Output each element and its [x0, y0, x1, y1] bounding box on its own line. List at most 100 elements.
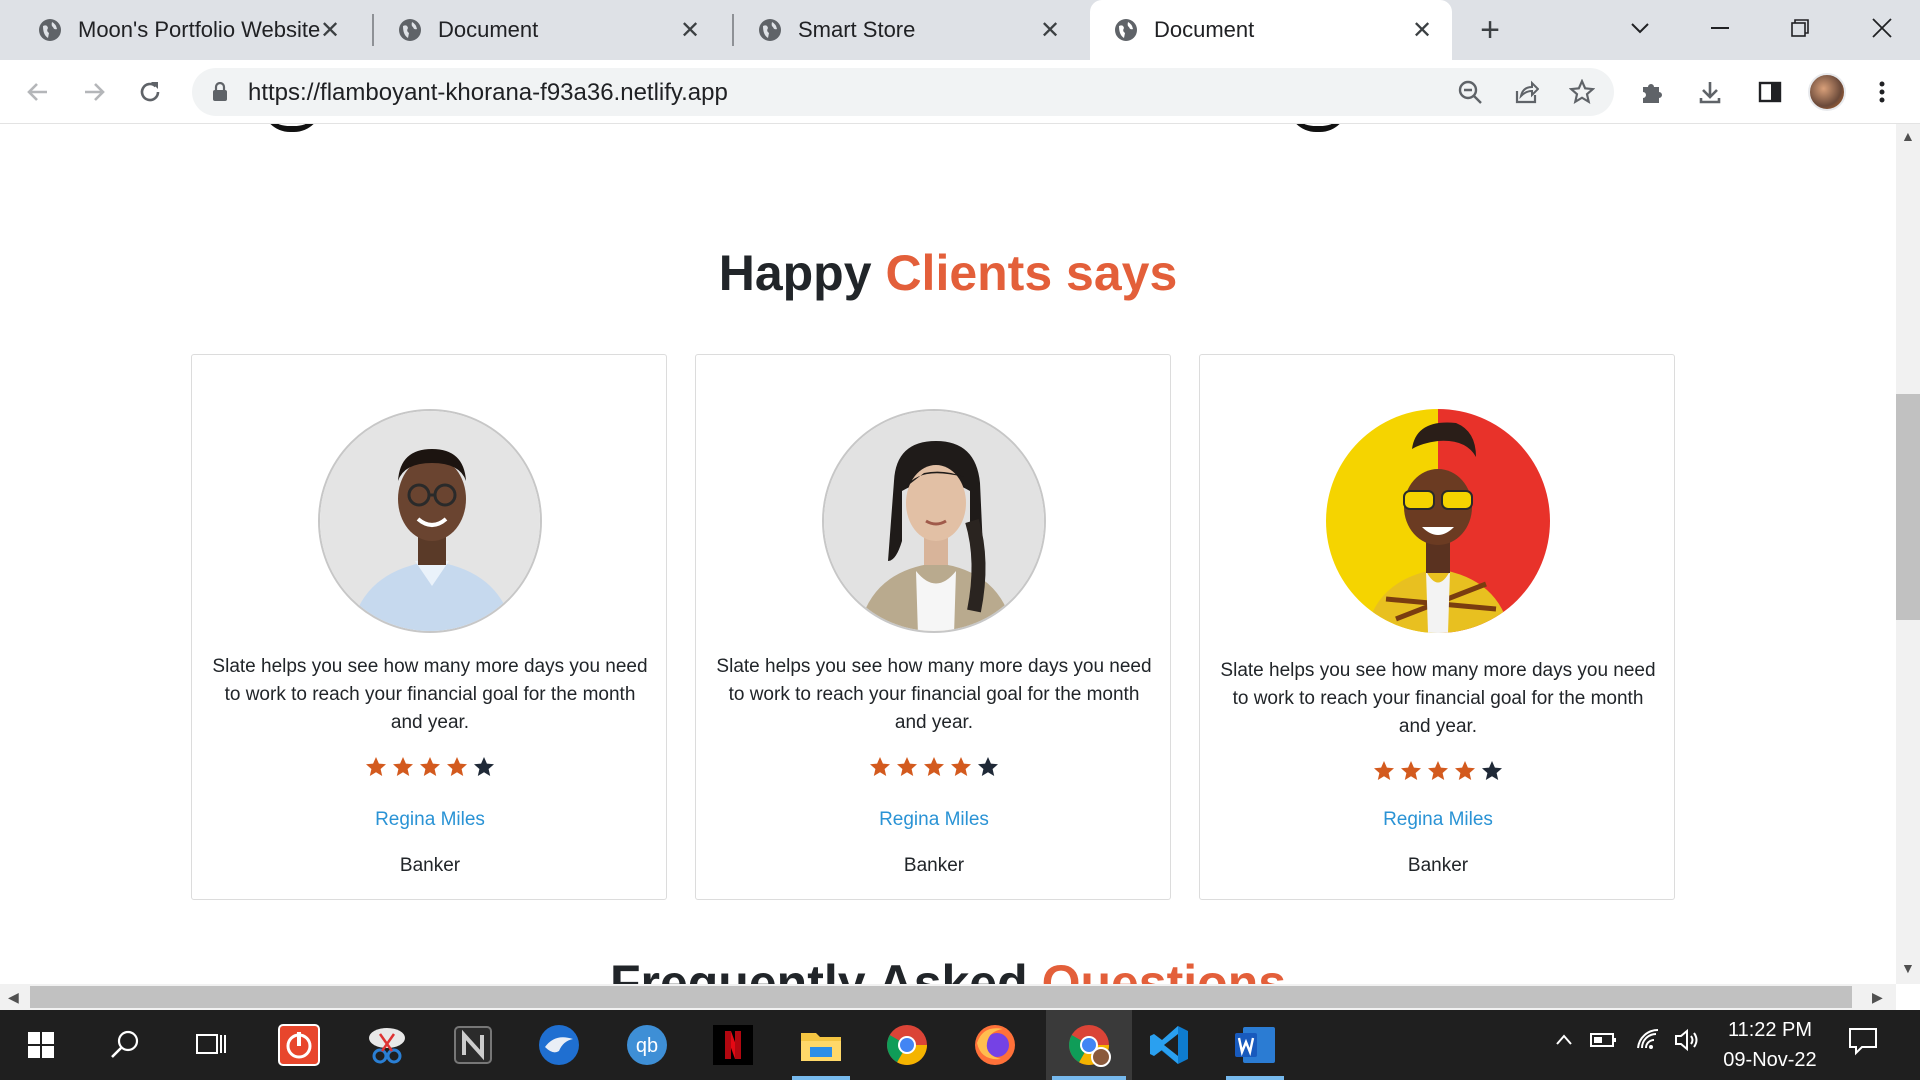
- scroll-up-icon[interactable]: ▲: [1901, 128, 1915, 144]
- word-icon[interactable]: [1220, 1010, 1290, 1080]
- tab-smart-store[interactable]: Smart Store ✕: [720, 0, 1080, 60]
- firefox-icon[interactable]: [960, 1010, 1030, 1080]
- running-indicator: [1226, 1076, 1284, 1080]
- chrome-profile-icon[interactable]: [1046, 1010, 1132, 1080]
- globe-icon: [759, 19, 781, 41]
- horizontal-scroll-thumb[interactable]: [30, 986, 1852, 1008]
- lock-icon: [213, 82, 227, 101]
- running-indicator: [1052, 1076, 1126, 1080]
- section-title: Happy Clients says: [0, 244, 1896, 302]
- zoom-out-icon: [1458, 80, 1482, 104]
- close-icon[interactable]: ✕: [1038, 17, 1062, 44]
- file-explorer-icon[interactable]: [786, 1010, 856, 1080]
- notion-icon[interactable]: [438, 1010, 508, 1080]
- client-photo-woman-yellow: [1326, 409, 1550, 633]
- star-empty-icon: [978, 757, 998, 776]
- back-button[interactable]: [18, 72, 58, 112]
- reload-icon: [140, 82, 160, 102]
- wifi-icon[interactable]: [1636, 1028, 1662, 1057]
- volume-icon[interactable]: [1674, 1028, 1702, 1057]
- tab-document-1[interactable]: Document ✕: [360, 0, 720, 60]
- windows-start-icon[interactable]: [6, 1010, 76, 1080]
- task-view-icon[interactable]: [176, 1010, 246, 1080]
- testimonial-quote: Slate helps you see how many more days y…: [716, 656, 1152, 733]
- netflix-icon[interactable]: [698, 1010, 768, 1080]
- vscode-icon[interactable]: [1134, 1010, 1204, 1080]
- minimize-icon: [1711, 27, 1729, 29]
- faq-title-main: Frequently Asked: [609, 955, 1028, 984]
- zoom-button[interactable]: [1454, 76, 1486, 108]
- client-name-link[interactable]: Regina Miles: [696, 809, 1172, 831]
- client-name-link[interactable]: Regina Miles: [192, 809, 668, 831]
- globe-icon: [39, 19, 61, 41]
- notification-icon[interactable]: [1848, 1026, 1878, 1061]
- running-indicator: [792, 1076, 850, 1080]
- decorative-shape: [262, 124, 322, 132]
- tab-portfolio[interactable]: Moon's Portfolio Website ✕: [0, 0, 360, 60]
- download-icon: [1699, 82, 1721, 104]
- menu-button[interactable]: [1866, 76, 1898, 108]
- restore-icon: [1791, 19, 1809, 37]
- close-window-button[interactable]: [1847, 0, 1917, 56]
- tab-search-button[interactable]: [1605, 0, 1675, 56]
- star-icon: [1455, 761, 1475, 780]
- client-role: Banker: [1407, 855, 1469, 876]
- restore-button[interactable]: [1765, 0, 1835, 56]
- chevron-up-icon[interactable]: [1554, 1028, 1574, 1057]
- globe-icon: [1115, 19, 1137, 41]
- scroll-down-icon[interactable]: ▼: [1901, 960, 1915, 976]
- star-outline-icon: [1569, 79, 1595, 104]
- client-photo: [822, 409, 1046, 633]
- star-icon: [1401, 761, 1421, 780]
- star-empty-icon: [474, 757, 494, 776]
- star-icon: [420, 757, 440, 776]
- globe-icon: [399, 19, 421, 41]
- arrow-right-icon: [85, 83, 105, 101]
- profile-avatar[interactable]: [1808, 73, 1846, 111]
- qbittorrent-icon[interactable]: qb: [612, 1010, 682, 1080]
- chrome-icon[interactable]: [872, 1010, 942, 1080]
- system-clock[interactable]: 11:22 PM 09-Nov-22: [1706, 1015, 1834, 1075]
- testimonial-card: Slate helps you see how many more days y…: [1199, 354, 1675, 900]
- scroll-left-icon[interactable]: ◀: [8, 989, 19, 1006]
- faq-title: Frequently Asked Questions: [0, 954, 1896, 984]
- star-icon: [366, 757, 386, 776]
- power-app-icon[interactable]: [264, 1010, 334, 1080]
- scroll-right-icon[interactable]: ▶: [1872, 989, 1883, 1006]
- tab-document-active[interactable]: Document ✕: [1090, 0, 1452, 60]
- downloads-button[interactable]: [1694, 76, 1726, 108]
- client-role: Banker: [903, 855, 965, 876]
- client-name-link[interactable]: Regina Miles: [1200, 809, 1676, 831]
- page-content: Happy Clients says Slate helps you see h…: [0, 124, 1896, 984]
- browser-toolbar: https://flamboyant-khorana-f93a36.netlif…: [0, 60, 1920, 124]
- title-accent: Clients says: [885, 245, 1178, 301]
- search-icon[interactable]: [90, 1010, 160, 1080]
- clock-date: 09-Nov-22: [1723, 1049, 1817, 1071]
- extensions-button[interactable]: [1636, 76, 1668, 108]
- close-icon[interactable]: ✕: [678, 17, 702, 44]
- battery-icon[interactable]: [1590, 1028, 1618, 1057]
- close-icon[interactable]: ✕: [318, 17, 342, 44]
- tab-title: Document: [438, 17, 539, 42]
- client-photo-woman: [824, 411, 1044, 631]
- testimonial-quote: Slate helps you see how many more days y…: [1220, 660, 1656, 737]
- forward-button[interactable]: [74, 72, 114, 112]
- new-tab-button[interactable]: +: [1472, 11, 1508, 49]
- minimize-button[interactable]: [1685, 0, 1755, 56]
- url-text: https://flamboyant-khorana-f93a36.netlif…: [248, 79, 728, 106]
- tab-title: Smart Store: [798, 17, 916, 42]
- share-icon: [1515, 80, 1539, 104]
- puzzle-icon: [1643, 84, 1662, 103]
- client-role: Banker: [399, 855, 461, 876]
- thunderbird-icon[interactable]: [524, 1010, 594, 1080]
- address-bar[interactable]: https://flamboyant-khorana-f93a36.netlif…: [192, 68, 1614, 116]
- share-button[interactable]: [1510, 76, 1542, 108]
- reload-button[interactable]: [130, 72, 170, 112]
- vertical-scroll-thumb[interactable]: [1896, 394, 1920, 620]
- star-empty-icon: [1482, 761, 1502, 780]
- snipping-tool-icon[interactable]: [352, 1010, 422, 1080]
- screen: Moon's Portfolio Website ✕ Document ✕ Sm…: [0, 0, 1920, 1080]
- bookmark-button[interactable]: [1566, 76, 1598, 108]
- side-panel-button[interactable]: [1754, 76, 1786, 108]
- close-icon[interactable]: ✕: [1410, 17, 1434, 44]
